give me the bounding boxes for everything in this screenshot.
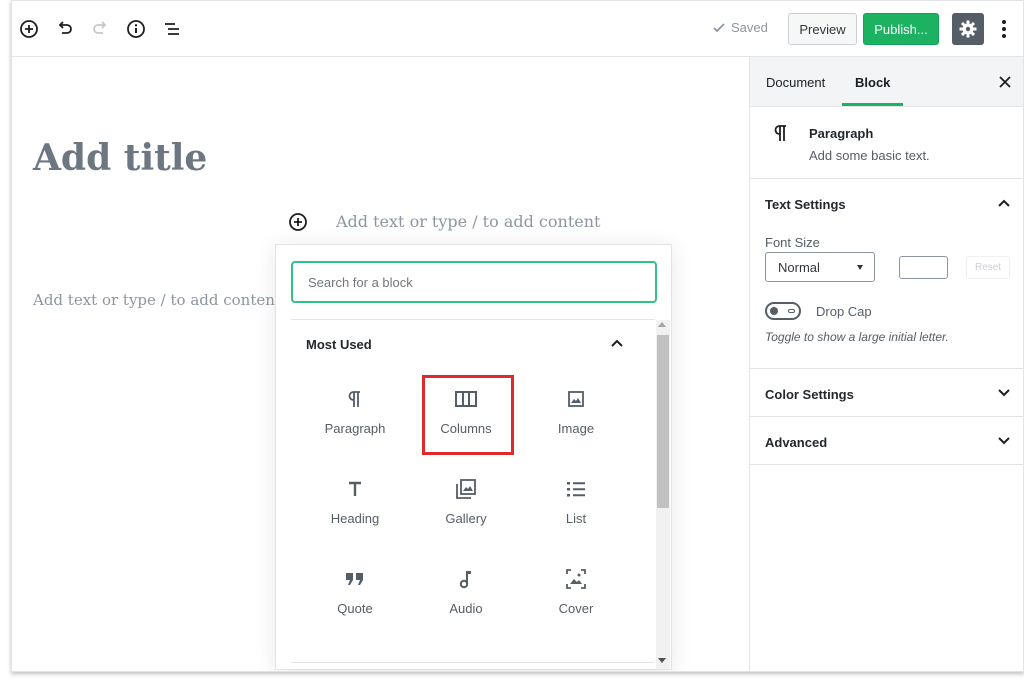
custom-font-size-input[interactable] bbox=[899, 256, 948, 279]
toggle-knob bbox=[770, 307, 778, 315]
active-tab-indicator bbox=[842, 103, 903, 106]
saved-label: Saved bbox=[731, 20, 768, 35]
info-icon[interactable] bbox=[124, 17, 148, 41]
sidebar-tabs: Document Block bbox=[750, 57, 1023, 107]
drop-cap-label[interactable]: Drop Cap bbox=[816, 304, 872, 319]
quote-icon bbox=[345, 567, 365, 591]
block-paragraph[interactable]: Paragraph bbox=[310, 377, 400, 457]
settings-sidebar: Document Block Paragraph Add some basic … bbox=[749, 57, 1023, 671]
block-list[interactable]: List bbox=[531, 467, 621, 547]
font-size-value: Normal bbox=[778, 259, 820, 275]
block-label: Heading bbox=[330, 511, 380, 526]
reset-button[interactable]: Reset bbox=[966, 256, 1010, 279]
cover-icon bbox=[566, 567, 586, 591]
inline-inserter-button[interactable] bbox=[286, 210, 310, 234]
block-card-description: Add some basic text. bbox=[809, 148, 930, 163]
editor-window: Saved Preview Publish... Add title Add t… bbox=[11, 0, 1024, 672]
toggle-indicator bbox=[788, 309, 795, 313]
block-label: Gallery bbox=[445, 511, 487, 526]
drop-cap-toggle[interactable] bbox=[765, 302, 801, 320]
paragraph-icon bbox=[773, 124, 789, 147]
advanced-title[interactable]: Advanced bbox=[765, 435, 827, 450]
chevron-down-icon[interactable] bbox=[994, 383, 1014, 403]
undo-icon[interactable] bbox=[53, 17, 77, 41]
block-quote[interactable]: Quote bbox=[310, 557, 400, 637]
drop-cap-help-text: Toggle to show a large initial letter. bbox=[765, 330, 949, 344]
block-label: Audio bbox=[449, 601, 483, 616]
block-label: Quote bbox=[337, 601, 373, 616]
scroll-up-arrow-icon[interactable] bbox=[658, 322, 666, 327]
block-label: Image bbox=[557, 421, 595, 436]
chevron-up-icon[interactable] bbox=[607, 333, 627, 353]
paragraph-icon bbox=[347, 387, 363, 411]
editor-toolbar: Saved Preview Publish... bbox=[12, 1, 1023, 57]
block-card-title: Paragraph bbox=[809, 126, 874, 141]
tab-block[interactable]: Block bbox=[855, 75, 890, 90]
block-heading[interactable]: Heading bbox=[310, 467, 400, 547]
post-title-input[interactable]: Add title bbox=[33, 137, 207, 179]
font-size-label: Font Size bbox=[765, 235, 820, 250]
block-audio[interactable]: Audio bbox=[421, 557, 511, 637]
check-icon bbox=[713, 22, 725, 32]
saved-status: Saved bbox=[712, 20, 768, 35]
image-icon bbox=[568, 387, 584, 411]
inserter-scrollbar-thumb[interactable] bbox=[657, 335, 669, 508]
block-image[interactable]: Image bbox=[531, 377, 621, 457]
text-settings-title[interactable]: Text Settings bbox=[765, 197, 846, 212]
divider bbox=[291, 319, 654, 320]
block-label: Paragraph bbox=[324, 421, 386, 436]
block-cover[interactable]: Cover bbox=[531, 557, 621, 637]
list-outline-icon[interactable] bbox=[160, 17, 184, 41]
dropdown-arrow-icon bbox=[857, 265, 863, 270]
block-label: Cover bbox=[558, 601, 594, 616]
publish-button[interactable]: Publish... bbox=[863, 13, 939, 45]
settings-button[interactable] bbox=[952, 13, 984, 45]
color-settings-title[interactable]: Color Settings bbox=[765, 387, 854, 402]
heading-icon bbox=[348, 477, 362, 501]
audio-icon bbox=[459, 567, 473, 591]
chevron-down-icon[interactable] bbox=[994, 431, 1014, 451]
preview-button[interactable]: Preview bbox=[788, 13, 857, 45]
block-label: List bbox=[565, 511, 587, 526]
paragraph-block-placeholder-2[interactable]: Add text or type / to add content bbox=[33, 291, 281, 309]
list-icon bbox=[566, 477, 586, 501]
plus-circle-icon[interactable] bbox=[17, 17, 41, 41]
block-gallery[interactable]: Gallery bbox=[421, 467, 511, 547]
scroll-down-arrow-icon[interactable] bbox=[658, 658, 666, 663]
gear-icon bbox=[959, 20, 977, 38]
most-used-panel-title[interactable]: Most Used bbox=[306, 337, 372, 352]
more-vertical-icon bbox=[1002, 20, 1006, 38]
font-size-select[interactable]: Normal bbox=[765, 252, 875, 282]
paragraph-block-placeholder[interactable]: Add text or type / to add content bbox=[336, 212, 600, 231]
tab-document[interactable]: Document bbox=[766, 75, 825, 90]
plus-circle-icon bbox=[289, 213, 307, 231]
advanced-panel[interactable]: Advanced bbox=[750, 417, 1023, 465]
block-inserter-popover: Search for a block Most Used Paragraph C… bbox=[275, 244, 672, 670]
chevron-up-icon[interactable] bbox=[994, 193, 1014, 213]
block-search-input[interactable]: Search for a block bbox=[291, 261, 657, 303]
more-menu-button[interactable] bbox=[992, 15, 1016, 43]
color-settings-panel[interactable]: Color Settings bbox=[750, 369, 1023, 417]
gallery-icon bbox=[456, 477, 476, 501]
divider bbox=[291, 662, 654, 663]
redo-icon[interactable] bbox=[88, 17, 112, 41]
columns-highlight-box bbox=[422, 375, 514, 455]
block-card: Paragraph Add some basic text. bbox=[750, 107, 1023, 179]
close-icon[interactable] bbox=[994, 71, 1016, 93]
